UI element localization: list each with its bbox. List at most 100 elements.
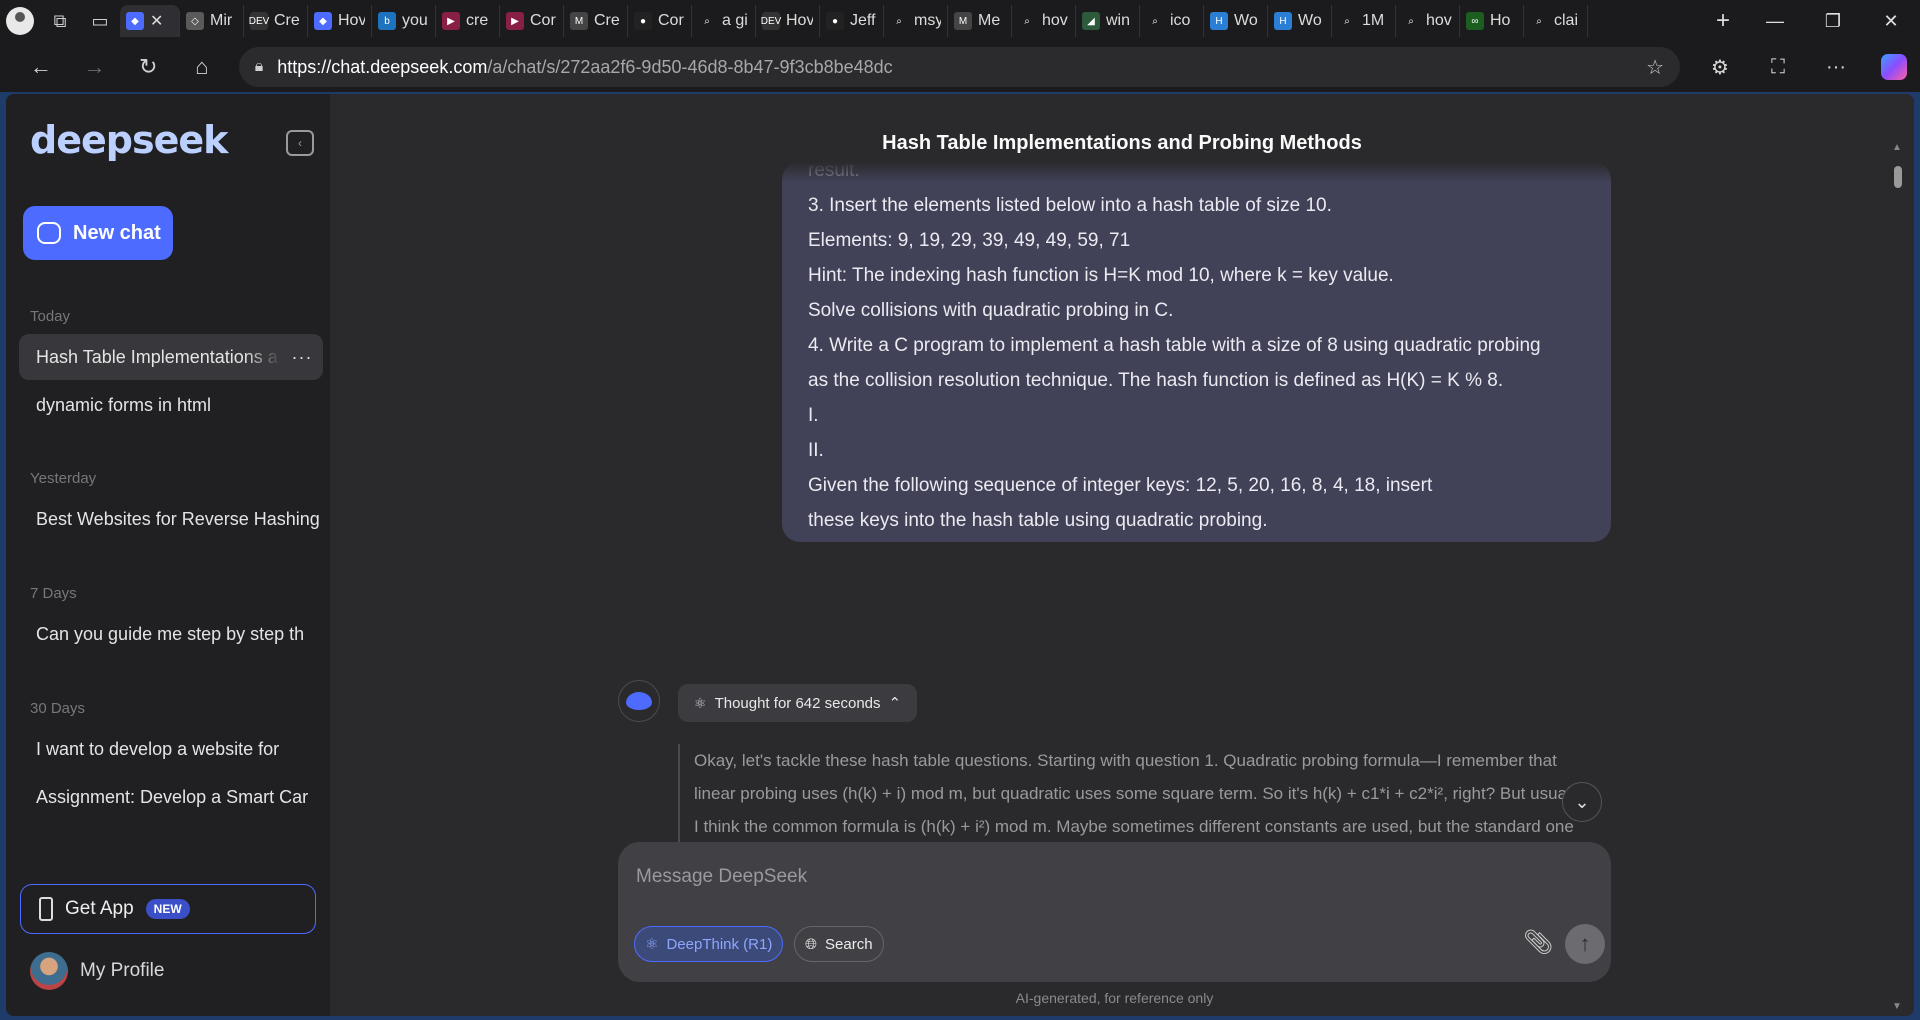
tab-favicon-icon: ⌕ bbox=[1402, 12, 1420, 30]
tab-favicon-icon: ∞ bbox=[1466, 12, 1484, 30]
favorite-star-icon[interactable]: ☆ bbox=[1646, 55, 1664, 80]
sidebar-item-guide-step[interactable]: Can you guide me step by step th bbox=[19, 611, 323, 657]
tab-title: Wo bbox=[1298, 12, 1322, 29]
vertical-tabs-button[interactable]: ▭ bbox=[80, 0, 120, 42]
workspaces-icon: ⧉ bbox=[53, 10, 67, 31]
group-label-today: Today bbox=[30, 308, 71, 325]
group-label-yesterday: Yesterday bbox=[30, 470, 97, 487]
browser-tab[interactable]: ⌕ clai bbox=[1524, 5, 1588, 37]
minimize-button[interactable]: — bbox=[1746, 0, 1804, 42]
sidebar-item-smart-car[interactable]: Assignment: Develop a Smart Car bbox=[19, 774, 323, 820]
browser-tab[interactable]: ◇ Mir bbox=[180, 5, 244, 37]
browser-tab[interactable]: H Wo bbox=[1204, 5, 1268, 37]
sidebar-item-hash-table[interactable]: Hash Table Implementations a ··· bbox=[19, 334, 323, 380]
get-app-button[interactable]: Get App NEW bbox=[20, 884, 316, 934]
address-bar[interactable]: 🔒︎ https://chat.deepseek.com/a/chat/s/27… bbox=[238, 47, 1681, 87]
settings-more-button[interactable]: ··· bbox=[1810, 47, 1862, 87]
reasoning-line: I think the common formula is (h(k) + i²… bbox=[694, 817, 1574, 836]
message-composer[interactable]: Message DeepSeek ⚛ DeepThink (R1) 🌐︎ Sea… bbox=[618, 842, 1611, 982]
collapse-sidebar-button[interactable]: ‹ bbox=[286, 130, 314, 156]
minimize-icon: — bbox=[1766, 10, 1784, 31]
sidebar-item-label: Hash Table Implementations a bbox=[36, 346, 278, 367]
profile-icon bbox=[6, 7, 34, 35]
tab-active-deepseek[interactable]: ◆ ✕ bbox=[120, 5, 180, 37]
tab-favicon-icon: ▶ bbox=[442, 12, 460, 30]
tab-close-icon[interactable]: ✕ bbox=[150, 11, 163, 31]
message-input[interactable]: Message DeepSeek bbox=[636, 866, 807, 888]
tab-title: hov bbox=[1042, 12, 1068, 29]
sidebar: deepseek ‹ New chat Today Hash Table Imp… bbox=[6, 94, 330, 1016]
tab-list: ◆ ✕ ◇ Mir DEV Cre ◆ Hov b you ▶ cre ▶ Cor M Cre ● Cor ⌕ a… bbox=[120, 0, 1700, 42]
browser-tab[interactable]: ⌕ ico bbox=[1140, 5, 1204, 37]
deepseek-whale-icon bbox=[626, 692, 652, 710]
scroll-up-icon[interactable]: ▲ bbox=[1892, 142, 1902, 153]
copilot-icon bbox=[1881, 54, 1908, 80]
tab-title: Ho bbox=[1490, 12, 1511, 29]
browser-tab[interactable]: DEV Cre bbox=[244, 5, 308, 37]
avatar bbox=[30, 952, 68, 990]
tab-favicon-icon: DEV bbox=[761, 12, 781, 30]
browser-profile-button[interactable] bbox=[0, 0, 40, 42]
tab-favicon-icon: ● bbox=[826, 12, 844, 30]
sidebar-item-reverse-hashing[interactable]: Best Websites for Reverse Hashing bbox=[19, 496, 323, 542]
restore-button[interactable]: ❐ bbox=[1804, 0, 1862, 42]
back-button[interactable]: ← bbox=[14, 47, 68, 87]
browser-tab[interactable]: DEV Hov bbox=[756, 5, 820, 37]
sidebar-item-develop-website[interactable]: I want to develop a website for bbox=[19, 726, 323, 772]
lock-icon[interactable]: 🔒︎ bbox=[255, 58, 264, 76]
browser-tab[interactable]: ⌕ hov bbox=[1012, 5, 1076, 37]
browser-tab[interactable]: ◆ Hov bbox=[308, 5, 372, 37]
scroll-down-icon[interactable]: ▼ bbox=[1892, 1001, 1902, 1012]
new-badge: NEW bbox=[145, 899, 190, 919]
browser-tab[interactable]: ▶ cre bbox=[436, 5, 500, 37]
user-message-line: Hint: The indexing hash function is H=K … bbox=[808, 265, 1394, 286]
tab-title: clai bbox=[1554, 12, 1579, 29]
extensions-button[interactable]: ⚙ bbox=[1694, 47, 1746, 87]
tab-favicon-icon: DEV bbox=[249, 12, 269, 30]
browser-tab[interactable]: b you bbox=[372, 5, 436, 37]
attach-file-button[interactable]: 📎︎ bbox=[1523, 928, 1553, 962]
search-toggle[interactable]: 🌐︎ Search bbox=[794, 926, 884, 962]
browser-tab[interactable]: ∞ Ho bbox=[1460, 5, 1524, 37]
browser-tab[interactable]: H Wo bbox=[1268, 5, 1332, 37]
browser-tab[interactable]: ◢ win bbox=[1076, 5, 1140, 37]
tab-favicon-icon: M bbox=[570, 12, 588, 30]
refresh-button[interactable]: ↻ bbox=[121, 47, 175, 87]
thought-toggle-button[interactable]: ⚛ Thought for 642 seconds ⌃ bbox=[678, 684, 918, 722]
new-tab-button[interactable]: + bbox=[1700, 0, 1746, 42]
my-profile-button[interactable]: My Profile bbox=[30, 952, 164, 990]
close-window-button[interactable]: ✕ bbox=[1862, 0, 1920, 42]
tab-title: msy bbox=[914, 12, 941, 29]
user-message-line: as the collision resolution technique. T… bbox=[808, 370, 1504, 391]
user-message-line: Elements: 9, 19, 29, 39, 49, 49, 59, 71 bbox=[808, 230, 1131, 251]
workspaces-button[interactable]: ⧉ bbox=[40, 0, 80, 42]
send-button[interactable]: ↑ bbox=[1565, 924, 1605, 964]
scroll-thumb[interactable] bbox=[1894, 166, 1902, 188]
home-button[interactable]: ⌂ bbox=[175, 47, 229, 87]
browser-tab[interactable]: ⌕ msy bbox=[884, 5, 948, 37]
forward-button[interactable]: → bbox=[68, 47, 122, 87]
deepthink-toggle[interactable]: ⚛ DeepThink (R1) bbox=[634, 926, 784, 962]
screenshot-button[interactable]: ⛶ bbox=[1752, 47, 1804, 87]
tab-favicon-icon: ◢ bbox=[1082, 12, 1100, 30]
browser-tab[interactable]: ● Cor bbox=[628, 5, 692, 37]
browser-tab[interactable]: ⌕ 1M bbox=[1332, 5, 1396, 37]
browser-tab[interactable]: ⌕ hov bbox=[1396, 5, 1460, 37]
scroll-to-bottom-button[interactable]: ⌄ bbox=[1562, 782, 1602, 822]
browser-tab[interactable]: ● Jeff bbox=[820, 5, 884, 37]
browser-tab[interactable]: ▶ Cor bbox=[500, 5, 564, 37]
browser-tab[interactable]: M Cre bbox=[564, 5, 628, 37]
phone-icon bbox=[39, 897, 53, 921]
sidebar-item-dynamic-forms[interactable]: dynamic forms in html bbox=[19, 382, 323, 428]
user-message-bubble: result.3. Insert the elements listed bel… bbox=[782, 162, 1611, 542]
tab-title: Hov bbox=[338, 12, 365, 29]
copilot-button[interactable] bbox=[1868, 47, 1920, 87]
browser-tab[interactable]: ⌕ a gi bbox=[692, 5, 756, 37]
browser-tab[interactable]: M Me bbox=[948, 5, 1012, 37]
thought-label: Thought for 642 seconds bbox=[714, 694, 881, 712]
more-options-icon[interactable]: ··· bbox=[281, 347, 323, 368]
deepthink-label: DeepThink (R1) bbox=[666, 935, 773, 953]
new-chat-button[interactable]: New chat bbox=[23, 206, 173, 260]
more-horizontal-icon: ··· bbox=[1826, 55, 1846, 78]
chat-scrollbar[interactable]: ▲ ▼ bbox=[1890, 142, 1904, 1012]
